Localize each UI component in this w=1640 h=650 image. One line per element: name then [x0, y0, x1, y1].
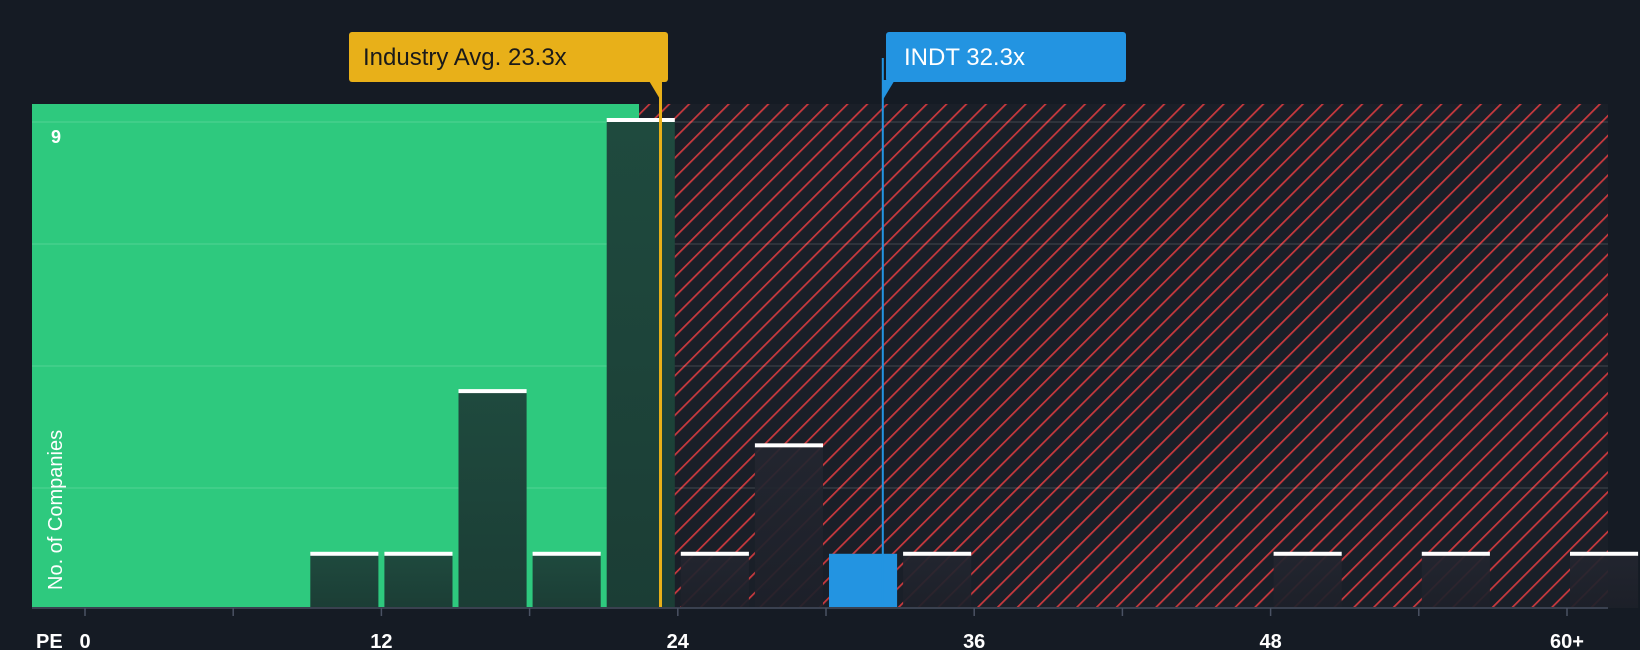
industry-avg-label: Industry Avg. 23.3x — [363, 44, 567, 71]
histogram-bar — [458, 391, 527, 608]
histogram-bar — [1421, 553, 1490, 608]
bar-cap — [680, 551, 749, 556]
industry-avg-pointer — [648, 80, 661, 100]
bar-cap — [1570, 551, 1639, 556]
histogram-bar — [606, 120, 675, 608]
pe-distribution-chart: Industry Avg. 23.3x INDT 32.3x 0 12 24 36 48 6… — [32, 32, 1639, 650]
histogram-bar — [754, 445, 823, 608]
bar-cap — [1421, 551, 1490, 556]
histogram-bar — [384, 553, 453, 608]
histogram-bar — [1570, 553, 1639, 608]
histogram-bar — [1273, 553, 1342, 608]
bar-cap — [458, 389, 527, 394]
x-tick-label: 0 — [79, 631, 90, 650]
bar-cap — [606, 118, 675, 122]
histogram-bar — [680, 553, 749, 608]
bar-cap — [903, 551, 972, 556]
company-pe-label: INDT 32.3x — [904, 44, 1025, 71]
y-tick-label-9: 9 — [51, 127, 61, 147]
x-tick-label: 60+ — [1550, 631, 1584, 650]
histogram-bar — [310, 553, 379, 608]
x-axis-label: PE — [36, 631, 63, 650]
x-tick-label: 24 — [667, 631, 690, 650]
bar-cap — [1273, 551, 1342, 556]
x-tick-label: 12 — [370, 631, 392, 650]
histogram-bar — [532, 553, 601, 608]
y-axis-label: No. of Companies — [45, 430, 67, 590]
x-tick-label: 36 — [963, 631, 985, 650]
x-tick-label: 48 — [1259, 631, 1281, 650]
bar-cap — [310, 551, 379, 556]
bar-cap — [532, 551, 601, 556]
company-pe-pointer — [882, 80, 895, 100]
bar-cap — [754, 443, 823, 448]
histogram-bar — [903, 553, 972, 608]
undervalued-zone — [32, 104, 639, 608]
histogram-bar — [829, 553, 898, 608]
bar-cap — [384, 551, 453, 556]
